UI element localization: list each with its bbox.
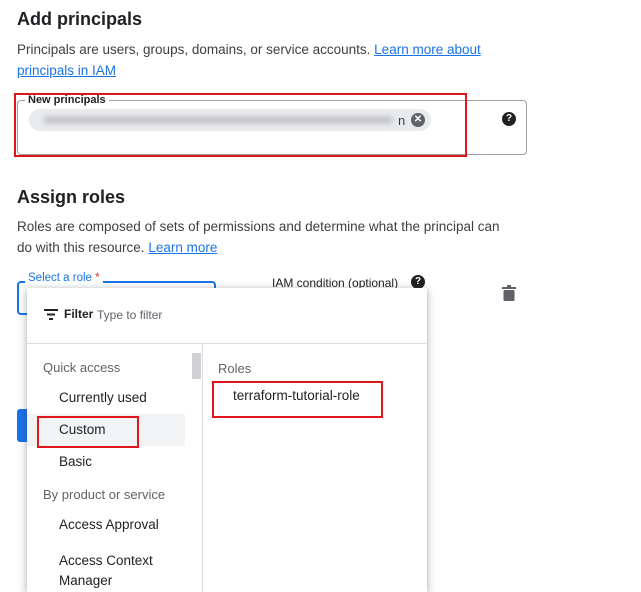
add-principals-heading: Add principals xyxy=(17,9,143,29)
help-icon[interactable]: ? xyxy=(502,112,516,126)
help-icon[interactable]: ? xyxy=(411,275,425,289)
highlight-custom xyxy=(37,416,139,448)
roles-label: Roles xyxy=(218,361,252,376)
learn-more-roles-link[interactable]: Learn more xyxy=(148,240,217,255)
add-principals-description: Principals are users, groups, domains, o… xyxy=(17,39,537,81)
role-category-list: Quick access Currently used Custom Basic… xyxy=(27,344,203,592)
highlight-new-principals xyxy=(14,93,467,157)
menu-item-access-approval[interactable]: Access Approval xyxy=(27,509,185,541)
trash-icon[interactable] xyxy=(502,285,516,301)
highlight-terraform-role xyxy=(212,381,383,418)
by-product-label: By product or service xyxy=(43,487,166,502)
menu-item-access-context-manager[interactable]: Access Context Manager xyxy=(27,543,185,591)
assign-roles-description-text: Roles are composed of sets of permission… xyxy=(17,219,500,255)
filter-icon xyxy=(44,309,58,320)
select-role-label: Select a role * xyxy=(25,272,103,284)
filter-label: Filter xyxy=(64,307,94,321)
quick-access-label: Quick access xyxy=(43,360,121,375)
primary-button-edge xyxy=(17,409,27,442)
assign-roles-heading: Assign roles xyxy=(17,187,126,207)
filter-row: Filter xyxy=(27,288,427,344)
menu-item-basic[interactable]: Basic xyxy=(27,446,185,478)
filter-input[interactable] xyxy=(97,305,397,325)
category-scrollbar[interactable] xyxy=(192,353,201,379)
menu-item-currently-used[interactable]: Currently used xyxy=(27,382,185,414)
assign-roles-description: Roles are composed of sets of permission… xyxy=(17,216,517,258)
add-principals-description-text: Principals are users, groups, domains, o… xyxy=(17,42,371,57)
required-marker: * xyxy=(95,272,100,284)
select-role-label-text: Select a role xyxy=(28,272,92,284)
